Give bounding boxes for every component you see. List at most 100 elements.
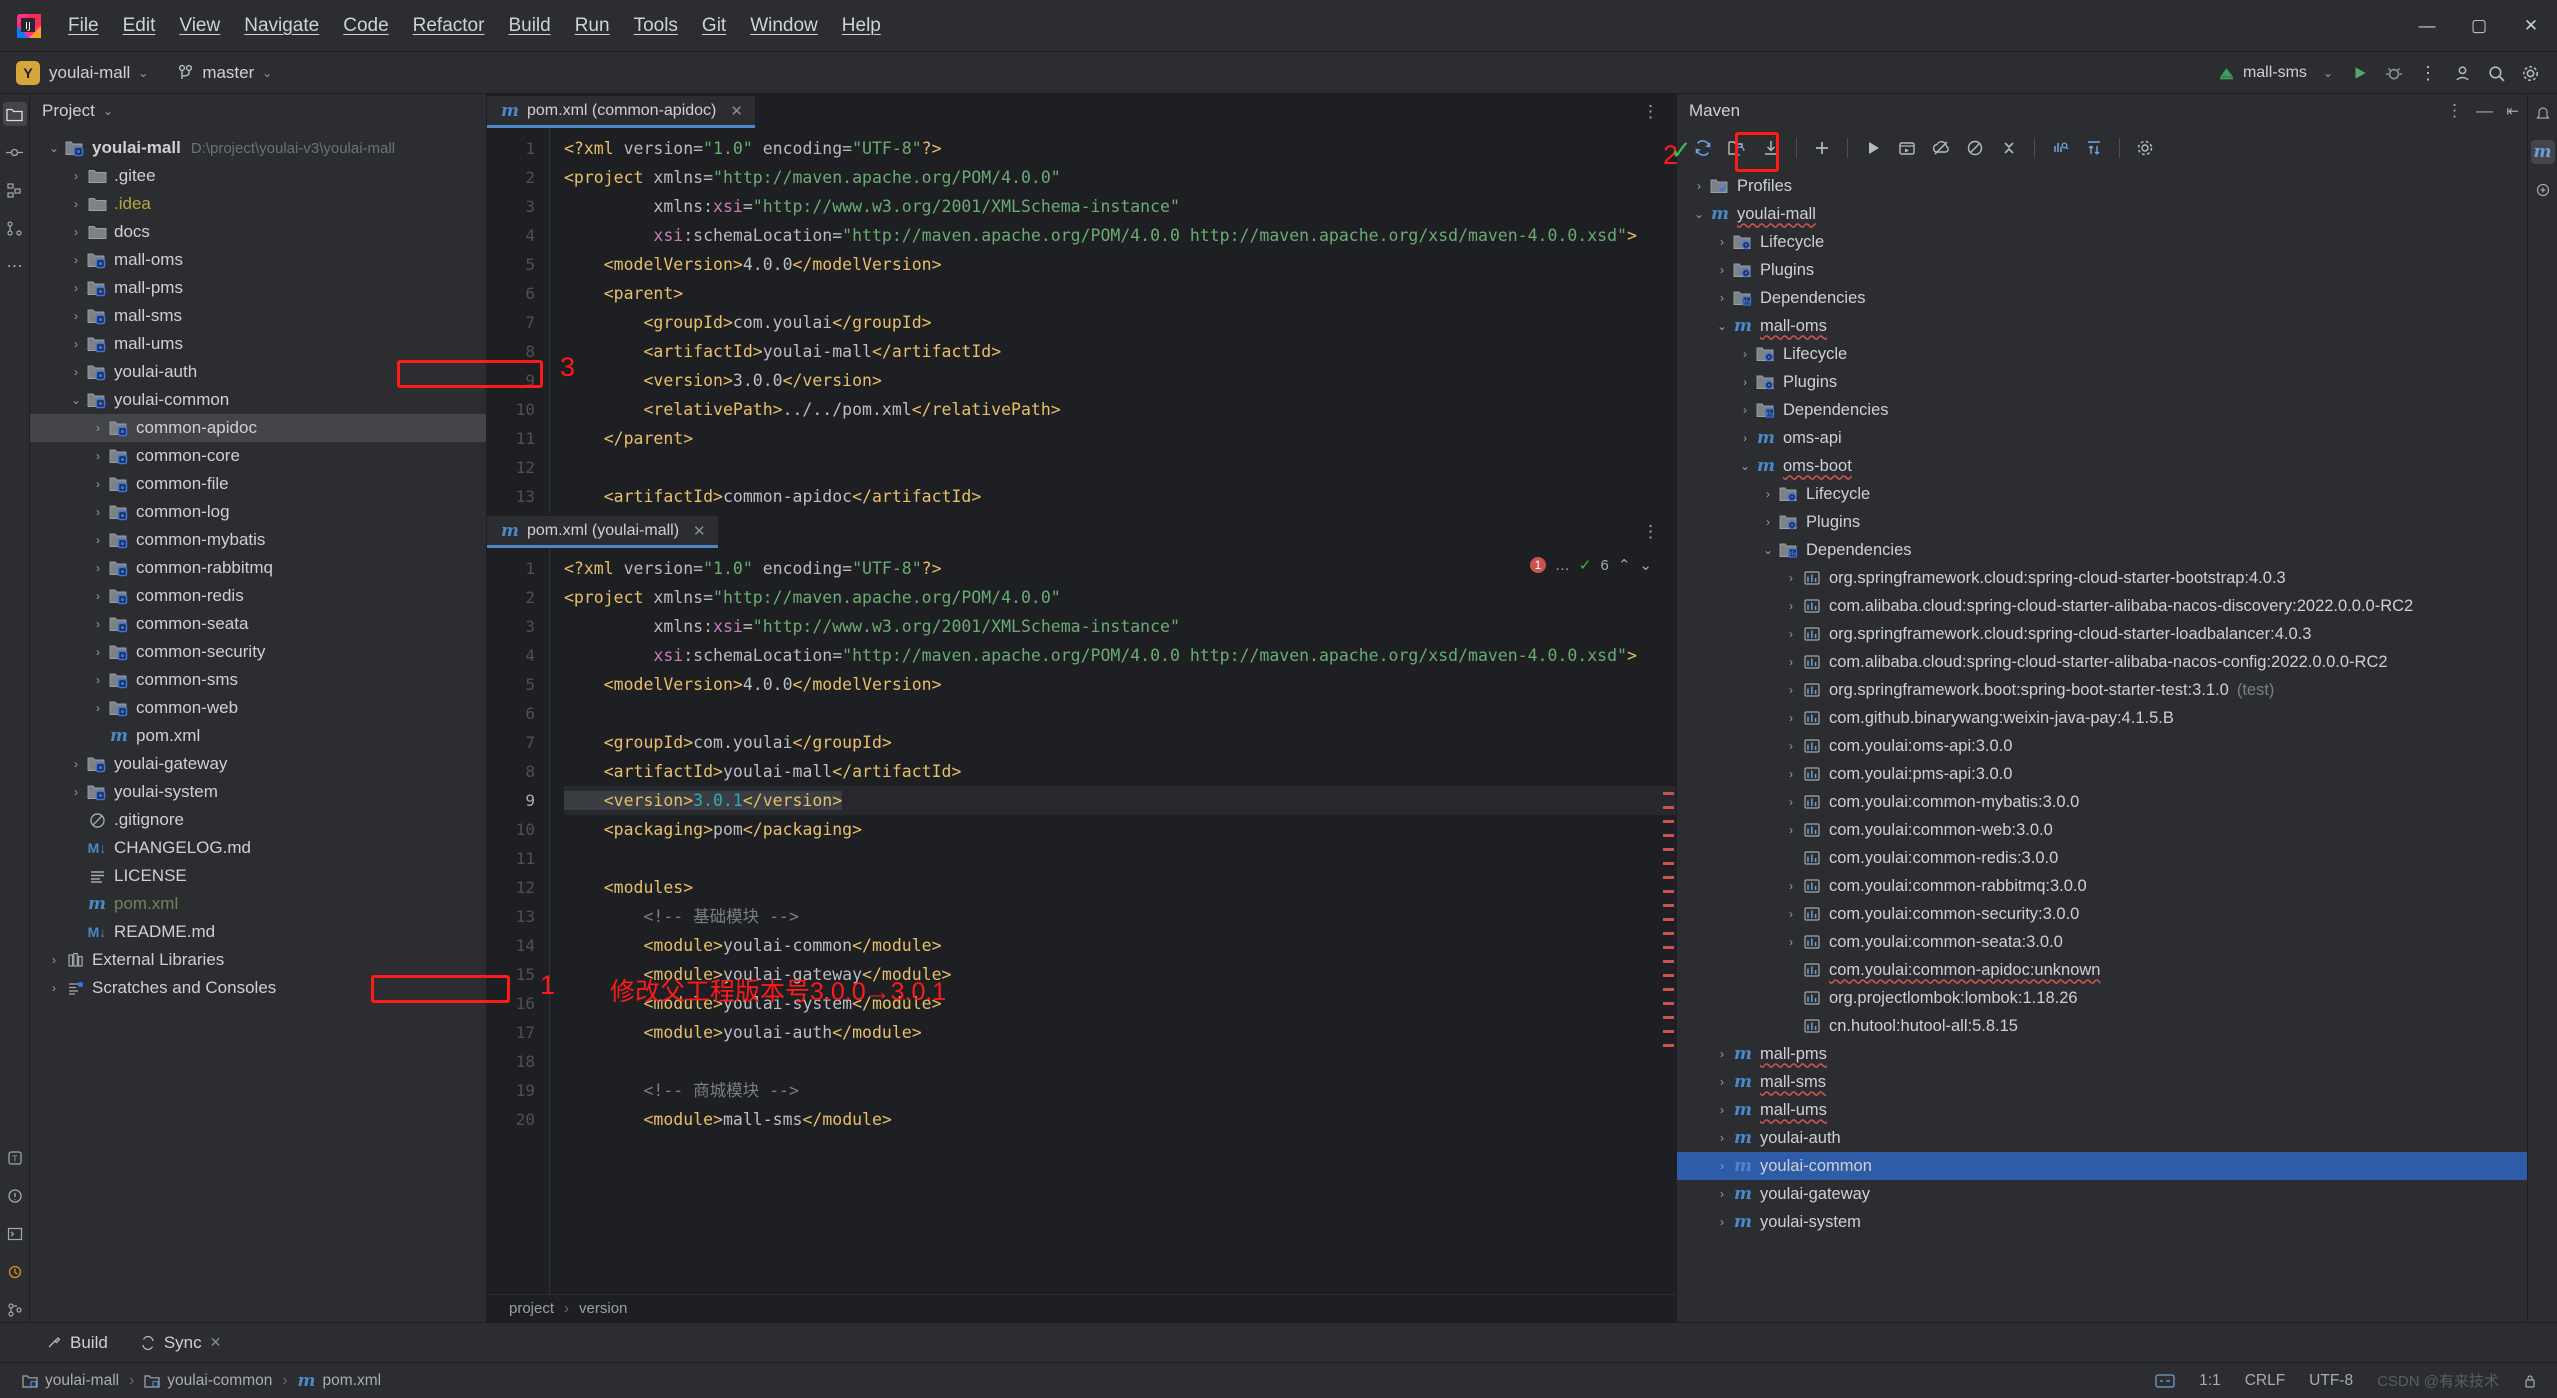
maven-tree-row[interactable]: ›mmall-pms bbox=[1677, 1040, 2527, 1068]
code-line[interactable]: <modelVersion>4.0.0</modelVersion> bbox=[564, 250, 1676, 279]
execute-maven-goal-icon[interactable] bbox=[1891, 133, 1923, 163]
project-tree-row[interactable]: ›common-security bbox=[30, 638, 486, 666]
project-tree-row[interactable]: LICENSE bbox=[30, 862, 486, 890]
project-tree-row[interactable]: ›common-redis bbox=[30, 582, 486, 610]
settings-sync-icon[interactable] bbox=[2447, 58, 2477, 88]
code-line[interactable]: <groupId>com.youlai</groupId> bbox=[564, 728, 1676, 757]
code-line[interactable]: <version>3.0.1</version> bbox=[564, 786, 1676, 815]
chevron-right-icon[interactable]: › bbox=[1781, 627, 1801, 641]
project-tree-row[interactable]: ›docs bbox=[30, 218, 486, 246]
maven-tree-row[interactable]: ›com.youlai:common-web:3.0.0 bbox=[1677, 816, 2527, 844]
code-line[interactable]: </parent> bbox=[564, 424, 1676, 453]
toggle-offline-mode-icon[interactable] bbox=[1925, 133, 1957, 163]
project-file-tree[interactable]: ⌄youlai-mallD:\project\youlai-v3\youlai-… bbox=[30, 128, 486, 1322]
project-tree-row[interactable]: M↓CHANGELOG.md bbox=[30, 834, 486, 862]
close-icon[interactable]: ✕ bbox=[730, 102, 743, 120]
maven-tree-row[interactable]: ›org.springframework.boot:spring-boot-st… bbox=[1677, 676, 2527, 704]
chevron-right-icon[interactable]: › bbox=[1781, 823, 1801, 837]
project-tree-row[interactable]: ⌄youlai-common bbox=[30, 386, 486, 414]
code-line[interactable]: <parent> bbox=[564, 279, 1676, 308]
chevron-right-icon[interactable]: › bbox=[88, 477, 108, 491]
breadcrumb-item-version[interactable]: version bbox=[579, 1300, 627, 1317]
menu-item-edit[interactable]: Edit bbox=[111, 10, 168, 42]
code-line[interactable]: <?xml version="1.0" encoding="UTF-8"?> bbox=[564, 554, 1676, 583]
maven-tool-window-icon[interactable]: m bbox=[2531, 140, 2555, 164]
chevron-right-icon[interactable]: › bbox=[66, 757, 86, 771]
chevron-right-icon[interactable]: › bbox=[66, 785, 86, 799]
chevron-right-icon[interactable]: › bbox=[1712, 1159, 1732, 1173]
hide-pane-icon[interactable]: ⇤ bbox=[2506, 102, 2519, 120]
code-line[interactable]: <project xmlns="http://maven.apache.org/… bbox=[564, 583, 1676, 612]
project-tree-row[interactable]: ›common-mybatis bbox=[30, 526, 486, 554]
code-line[interactable]: <module>mall-sms</module> bbox=[564, 1105, 1676, 1134]
maven-settings-gear-icon[interactable] bbox=[2129, 133, 2161, 163]
run-button[interactable] bbox=[2345, 58, 2375, 88]
error-stripe-tick[interactable] bbox=[1663, 792, 1674, 795]
maven-tree-row[interactable]: cn.hutool:hutool-all:5.8.15 bbox=[1677, 1012, 2527, 1040]
reload-all-maven-projects-icon[interactable] bbox=[1687, 133, 1719, 163]
chevron-right-icon[interactable]: › bbox=[88, 701, 108, 715]
download-sources-icon[interactable] bbox=[1755, 133, 1787, 163]
maven-tree-row[interactable]: ⌄Dependencies bbox=[1677, 536, 2527, 564]
project-tree-row[interactable]: ›youlai-auth bbox=[30, 358, 486, 386]
chevron-right-icon[interactable]: › bbox=[88, 645, 108, 659]
inspection-widget[interactable]: 1 … ✓ 6 ⌃ ⌄ bbox=[1530, 556, 1652, 574]
maven-project-tree[interactable]: ›Profiles⌄myoulai-mall›Lifecycle›Plugins… bbox=[1677, 168, 2527, 1322]
project-tree-row[interactable]: ›common-log bbox=[30, 498, 486, 526]
ai-assistant-icon[interactable] bbox=[2531, 178, 2555, 202]
project-tree-row[interactable]: ›mall-oms bbox=[30, 246, 486, 274]
chevron-right-icon[interactable]: › bbox=[66, 365, 86, 379]
chevron-right-icon[interactable]: › bbox=[1712, 1187, 1732, 1201]
branch-name-label[interactable]: master bbox=[202, 63, 254, 83]
chevron-down-icon[interactable]: ⌄ bbox=[1712, 319, 1732, 333]
code-line[interactable] bbox=[564, 699, 1676, 728]
chevron-right-icon[interactable]: › bbox=[66, 225, 86, 239]
maven-tree-row[interactable]: ›com.youlai:common-rabbitmq:3.0.0 bbox=[1677, 872, 2527, 900]
project-tree-row[interactable]: ›common-core bbox=[30, 442, 486, 470]
code-line[interactable] bbox=[564, 844, 1676, 873]
maven-tree-row[interactable]: org.projectlombok:lombok:1.18.26 bbox=[1677, 984, 2527, 1012]
maven-tree-row[interactable]: ›Plugins bbox=[1677, 256, 2527, 284]
code-line[interactable]: <modelVersion>4.0.0</modelVersion> bbox=[564, 670, 1676, 699]
git-tool-window-icon[interactable] bbox=[3, 1298, 27, 1322]
code-line[interactable]: <packaging>pom</packaging> bbox=[564, 815, 1676, 844]
project-tree-row[interactable]: ›External Libraries bbox=[30, 946, 486, 974]
code-line[interactable]: <modules> bbox=[564, 873, 1676, 902]
chevron-right-icon[interactable]: › bbox=[1781, 739, 1801, 753]
status-breadcrumb-youlai-common[interactable]: youlai-common bbox=[134, 1372, 282, 1390]
chevron-right-icon[interactable]: › bbox=[1735, 347, 1755, 361]
error-stripe-tick[interactable] bbox=[1663, 876, 1674, 879]
maven-tree-row[interactable]: ›moms-api bbox=[1677, 424, 2527, 452]
maven-tree-row[interactable]: ›com.youlai:oms-api:3.0.0 bbox=[1677, 732, 2527, 760]
menu-item-window[interactable]: Window bbox=[738, 10, 830, 42]
bottom-tab-build[interactable]: Build bbox=[30, 1323, 124, 1363]
chevron-down-icon[interactable]: ⌄ bbox=[1735, 459, 1755, 473]
chevron-right-icon[interactable]: › bbox=[1781, 711, 1801, 725]
chevron-right-icon[interactable]: › bbox=[88, 533, 108, 547]
code-line[interactable]: xmlns:xsi="http://www.w3.org/2001/XMLSch… bbox=[564, 612, 1676, 641]
maven-tree-row[interactable]: ›Dependencies bbox=[1677, 284, 2527, 312]
project-tree-row[interactable]: mpom.xml bbox=[30, 722, 486, 750]
chevron-right-icon[interactable]: › bbox=[1781, 683, 1801, 697]
code-line[interactable]: <artifactId>common-apidoc</artifactId> bbox=[564, 482, 1676, 511]
project-tree-row[interactable]: .gitignore bbox=[30, 806, 486, 834]
project-tree-row[interactable]: ›.gitee bbox=[30, 162, 486, 190]
project-tree-row[interactable]: ›.idea bbox=[30, 190, 486, 218]
chevron-down-icon[interactable]: ⌄ bbox=[44, 141, 64, 155]
commit-tool-window-icon[interactable] bbox=[3, 140, 27, 164]
chevron-down-icon[interactable]: ⌄ bbox=[138, 66, 148, 80]
run-icon[interactable] bbox=[1857, 133, 1889, 163]
chevron-right-icon[interactable]: › bbox=[66, 197, 86, 211]
chevron-right-icon[interactable]: › bbox=[44, 981, 64, 995]
chevron-down-icon[interactable]: ⌄ bbox=[66, 393, 86, 407]
maven-tree-row[interactable]: ⌄moms-boot bbox=[1677, 452, 2527, 480]
code-line[interactable]: <artifactId>youlai-mall</artifactId> bbox=[564, 757, 1676, 786]
chevron-right-icon[interactable]: › bbox=[66, 169, 86, 183]
editor-options-icon[interactable]: ⋮ bbox=[1642, 522, 1660, 542]
chevron-right-icon[interactable]: › bbox=[1712, 1215, 1732, 1229]
maven-tree-row[interactable]: ⌄mmall-oms bbox=[1677, 312, 2527, 340]
maven-tree-row[interactable]: ›Lifecycle bbox=[1677, 340, 2527, 368]
maven-tree-row[interactable]: ›org.springframework.cloud:spring-cloud-… bbox=[1677, 564, 2527, 592]
maven-tree-row[interactable]: ›com.youlai:pms-api:3.0.0 bbox=[1677, 760, 2527, 788]
more-actions-button[interactable]: ⋮ bbox=[2413, 58, 2443, 88]
